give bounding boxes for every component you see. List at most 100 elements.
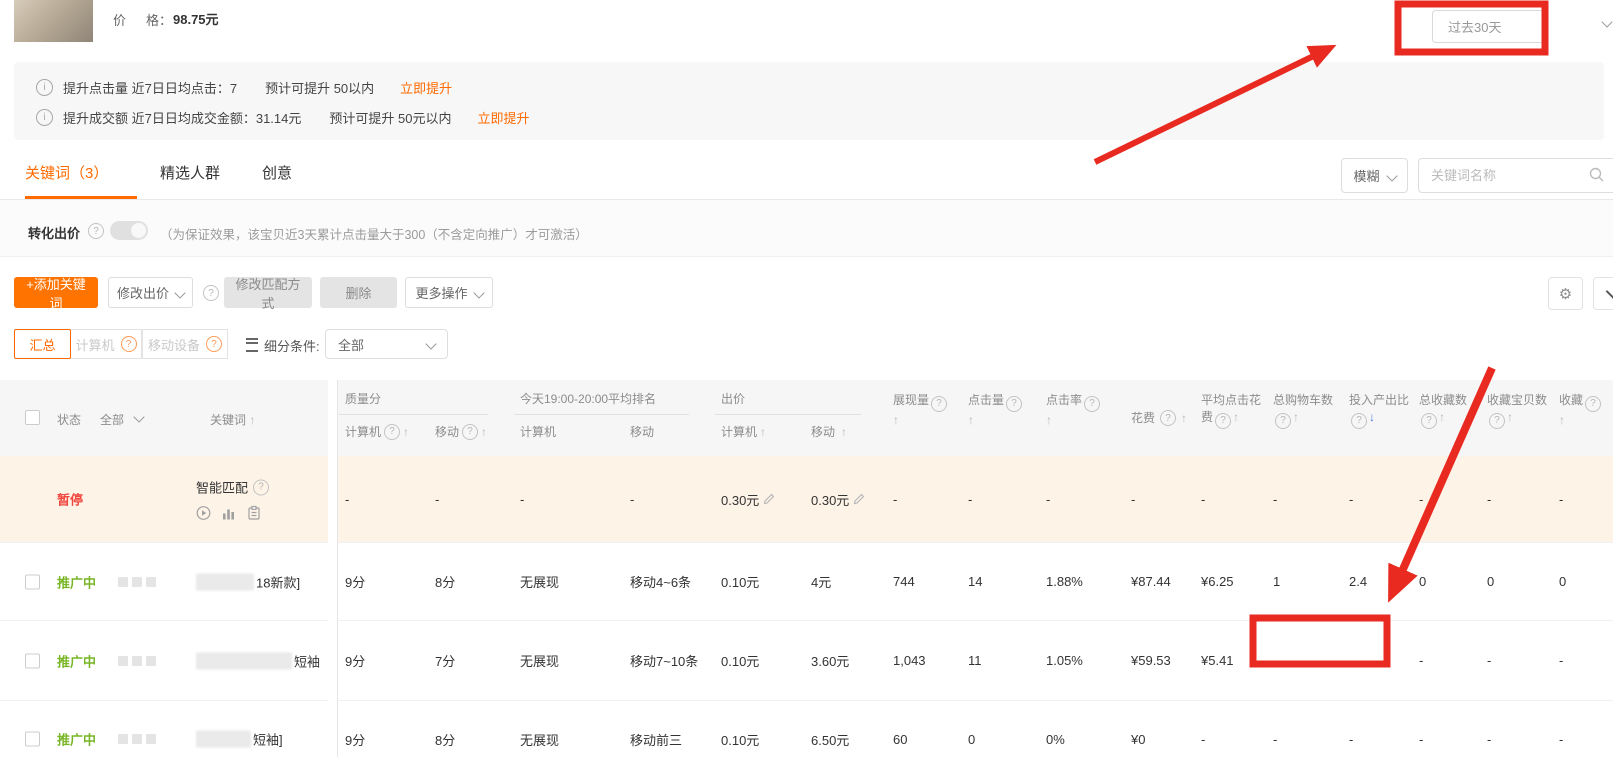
edit-pencil-icon[interactable]	[853, 493, 865, 505]
column-group-bid: 出价 计算机↑ 移动↑	[713, 380, 885, 456]
price-value: 98.75元	[173, 9, 219, 28]
table-row: 推广中 短袖] 9分 8分 无展现 移动前三 0.10元 6.50元 60 0 …	[0, 700, 1613, 777]
cell: -	[1551, 456, 1613, 542]
table-row: 推广中 短袖 9分 7分 无展现 移动7~10条 0.10元 3.60元 1,0…	[0, 620, 1613, 700]
column-favorites-clipped[interactable]: 收藏?↑	[1551, 380, 1613, 456]
list-icon	[246, 338, 258, 352]
subcolumn-bid-mobile[interactable]: 移动 ↑	[803, 423, 847, 440]
column-label: 展现量	[893, 393, 929, 407]
refine-dropdown[interactable]: 全部	[325, 329, 448, 359]
settings-button[interactable]: ⚙	[1548, 277, 1583, 310]
subcolumn-label: 计算机	[721, 423, 757, 440]
column-avg-cpc[interactable]: 平均点击花费?↑	[1193, 380, 1265, 456]
cell: 9分	[337, 543, 427, 620]
status-badge: 暂停	[57, 490, 83, 509]
segment-mobile-label: 移动设备	[148, 335, 200, 354]
subcolumn-bid-pc[interactable]: 计算机↑	[713, 423, 803, 440]
price-label-2: 格：	[146, 10, 172, 29]
cell: 8分	[427, 543, 512, 620]
notice-estimate: 预计可提升 50以内	[265, 78, 374, 97]
subcolumn-quality-pc[interactable]: 计算机?↑	[337, 423, 427, 440]
column-status: 状态	[57, 411, 81, 428]
cell-in-annotation: -	[1265, 621, 1341, 700]
chevron-down-icon	[1386, 170, 1397, 181]
match-mode-dropdown[interactable]: 模糊	[1341, 158, 1408, 193]
segment-summary[interactable]: 汇总	[14, 329, 71, 359]
cell: 14	[960, 543, 1038, 620]
boost-now-link[interactable]: 立即提升	[400, 78, 452, 97]
group-underline	[715, 414, 861, 415]
keyword-search-input[interactable]	[1418, 158, 1613, 193]
cell: 0	[1411, 543, 1479, 620]
select-all-checkbox[interactable]	[25, 410, 40, 425]
row-checkbox[interactable]	[25, 574, 40, 589]
column-impressions[interactable]: 展现量?↑	[885, 380, 960, 456]
report-icon[interactable]	[247, 506, 261, 521]
collapse-button[interactable]	[1593, 277, 1613, 310]
notice-estimate: 预计可提升 50元以内	[329, 108, 451, 127]
sort-arrow: ↑	[841, 425, 847, 439]
conversion-bid-toggle[interactable]	[110, 221, 148, 240]
column-group-rank: 今天19:00-20:00平均排名 计算机 移动	[512, 380, 713, 456]
column-group-quality: 质量分 计算机?↑ 移动?↑	[337, 380, 512, 456]
status-badge: 推广中	[57, 651, 96, 670]
row-cells: 9分 8分 无展现 移动前三 0.10元 6.50元 60 0 0% ¥0 - …	[337, 701, 1613, 777]
cell: 0	[960, 701, 1038, 777]
modify-match-button[interactable]: 修改匹配方式	[224, 277, 312, 308]
column-keyword[interactable]: 关键词 ↑	[210, 411, 255, 428]
date-range-select[interactable]: 过去30天	[1432, 10, 1548, 43]
column-cost[interactable]: 花费?↑	[1123, 380, 1193, 456]
more-actions-button[interactable]: 更多操作	[405, 277, 493, 308]
chevron-down-icon	[473, 287, 484, 298]
help-icon[interactable]: ?	[253, 479, 269, 495]
notice-panel: i 提升点击量 近7日日均点击：7 预计可提升 50以内 立即提升 i 提升成交…	[14, 62, 1604, 140]
tab-keywords[interactable]: 关键词（3）	[25, 162, 108, 183]
segment-mobile[interactable]: 移动设备?	[142, 329, 228, 359]
column-roi[interactable]: 投入产出比?↓	[1341, 380, 1411, 456]
row-checkbox[interactable]	[25, 653, 40, 668]
subcolumn-label: 移动	[811, 423, 835, 440]
status-filter-dropdown[interactable]: 全部	[100, 411, 143, 428]
help-icon: ?	[1084, 396, 1100, 412]
help-icon[interactable]: ?	[88, 223, 104, 239]
tab-creatives[interactable]: 创意	[262, 162, 292, 183]
edit-pencil-icon[interactable]	[763, 493, 775, 505]
cell: 移动7~10条	[622, 621, 713, 700]
column-cart-adds[interactable]: 总购物车数?↑	[1265, 380, 1341, 456]
cell: 0	[1551, 543, 1613, 620]
subcolumn-quality-mobile[interactable]: 移动?↑	[427, 423, 487, 440]
column-item-favorites[interactable]: 收藏宝贝数?↑	[1479, 380, 1551, 456]
keyword-label: 短袖]	[253, 730, 283, 749]
modify-bid-label: 修改出价	[117, 283, 169, 302]
segment-pc[interactable]: 计算机?	[70, 329, 142, 359]
row-cells: 9分 7分 无展现 移动7~10条 0.10元 3.60元 1,043 11 1…	[337, 621, 1613, 700]
boost-now-link[interactable]: 立即提升	[477, 108, 529, 127]
cell: 7分	[427, 621, 512, 700]
keyword-label: 短袖	[294, 651, 320, 670]
chevron-down-icon	[425, 338, 436, 349]
modify-bid-button[interactable]: 修改出价	[108, 277, 193, 308]
cell: -	[1479, 701, 1551, 777]
cell: 移动4~6条	[622, 543, 713, 620]
chart-icon[interactable]	[222, 506, 236, 520]
dropdown-chevron-icon[interactable]	[1601, 16, 1612, 27]
search-icon[interactable]	[1589, 167, 1605, 183]
help-icon: ?	[1215, 413, 1231, 429]
column-label: 平均点击花费	[1201, 393, 1261, 424]
column-ctr[interactable]: 点击率?↑	[1038, 380, 1123, 456]
delete-button[interactable]: 删除	[320, 277, 397, 308]
cell: 移动前三	[622, 701, 713, 777]
column-total-favorites[interactable]: 总收藏数?↑	[1411, 380, 1479, 456]
cell: -	[1411, 456, 1479, 542]
add-keyword-button[interactable]: +添加关键词	[14, 277, 98, 308]
play-icon[interactable]	[196, 506, 211, 521]
row-checkbox[interactable]	[25, 732, 40, 747]
tab-audiences[interactable]: 精选人群	[160, 162, 220, 183]
cell: 9分	[337, 621, 427, 700]
redacted-icons	[118, 577, 156, 587]
cell: ¥87.44	[1123, 543, 1193, 620]
column-clicks[interactable]: 点击量?↑	[960, 380, 1038, 456]
cell: 0	[1479, 543, 1551, 620]
cell: ¥6.25	[1193, 543, 1265, 620]
help-icon[interactable]: ?	[203, 285, 219, 301]
